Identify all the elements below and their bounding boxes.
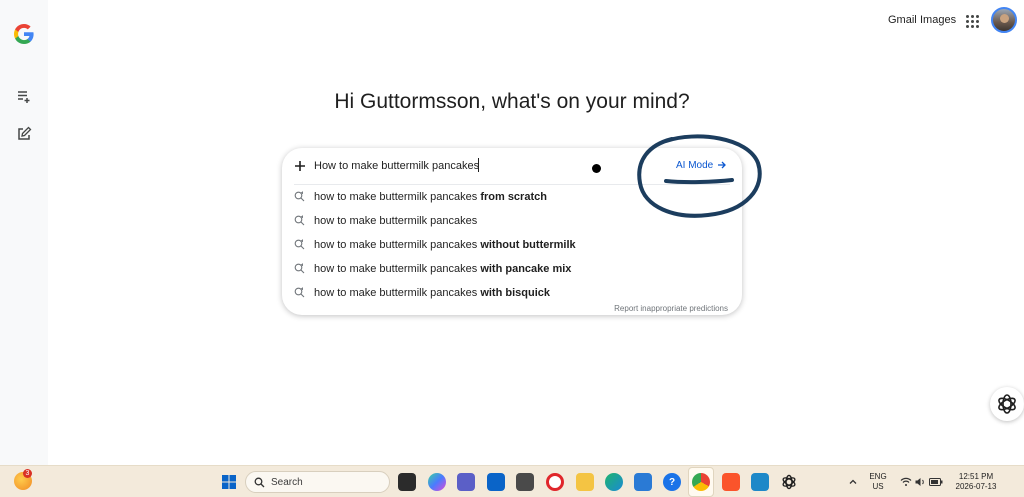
- chevron-up-icon[interactable]: [844, 473, 862, 491]
- brave-icon[interactable]: [722, 473, 740, 491]
- teams-icon[interactable]: [457, 473, 475, 491]
- suggestion-bold: from scratch: [480, 191, 547, 203]
- ai-mode-label: AI Mode: [676, 159, 714, 171]
- suggestion-item[interactable]: how to make buttermilk pancakes with pan…: [282, 258, 742, 280]
- left-sidebar: [0, 0, 48, 465]
- taskbar-search[interactable]: Search: [245, 471, 390, 493]
- gemini-icon[interactable]: [990, 387, 1024, 421]
- suggestion-text: how to make buttermilk pancakes with bis…: [314, 287, 550, 299]
- language-indicator[interactable]: ENG US: [866, 472, 890, 492]
- clock-date: 2026-07-13: [955, 482, 997, 491]
- suggestion-base: how to make buttermilk pancakes: [314, 191, 481, 203]
- search-trend-icon: [294, 287, 305, 298]
- suggestion-bold: without buttermilk: [480, 239, 576, 251]
- edit-note-icon[interactable]: [14, 124, 34, 144]
- plus-icon[interactable]: [292, 158, 308, 174]
- search-input[interactable]: [314, 157, 614, 175]
- ai-mode-button[interactable]: AI Mode: [670, 156, 734, 174]
- language-code: ENG: [869, 472, 887, 481]
- chrome-icon[interactable]: [692, 473, 710, 491]
- clock[interactable]: 12:51 PM 2026-07-13: [948, 472, 1004, 492]
- suggestion-base: how to make buttermilk pancakes: [314, 263, 481, 275]
- arrow-right-icon: [718, 161, 727, 169]
- suggestion-bold: with bisquick: [480, 287, 550, 299]
- google-logo[interactable]: [12, 22, 36, 46]
- task-view-icon[interactable]: [398, 473, 416, 491]
- suggestion-text: how to make buttermilk pancakes with pan…: [314, 263, 571, 275]
- suggestion-base: how to make buttermilk pancakes: [314, 215, 478, 227]
- page-title: Hi Guttormsson, what's on your mind?: [334, 90, 690, 113]
- mouse-cursor-dot: [592, 164, 601, 173]
- suggestion-text: how to make buttermilk pancakes from scr…: [314, 191, 547, 203]
- search-trend-icon: [294, 215, 305, 226]
- suggestion-item[interactable]: how to make buttermilk pancakes from scr…: [282, 186, 742, 208]
- search-trend-icon: [294, 191, 305, 202]
- search-panel: AI Mode how to make buttermilk pancakes …: [282, 148, 742, 315]
- edge-icon[interactable]: [605, 473, 623, 491]
- apps-grid-icon[interactable]: [963, 12, 981, 30]
- file-explorer-icon[interactable]: [576, 473, 594, 491]
- suggestion-text: how to make buttermilk pancakes: [314, 215, 477, 227]
- suggestion-base: how to make buttermilk pancakes: [314, 287, 481, 299]
- news-app-icon[interactable]: [516, 473, 534, 491]
- app-icon[interactable]: [751, 473, 769, 491]
- copilot-icon[interactable]: [428, 473, 446, 491]
- search-icon: [254, 477, 265, 487]
- opera-icon[interactable]: [546, 473, 564, 491]
- windows-start-icon[interactable]: [220, 473, 238, 491]
- taskbar: 3 Search ? ENG US 12:51 PM 2026-07-13: [0, 465, 1024, 497]
- suggestion-item[interactable]: how to make buttermilk pancakes: [282, 210, 742, 232]
- report-predictions-link[interactable]: Report inappropriate predictions: [614, 304, 728, 313]
- suggestion-base: how to make buttermilk pancakes: [314, 239, 481, 251]
- suggestion-item[interactable]: how to make buttermilk pancakes without …: [282, 234, 742, 256]
- search-trend-icon: [294, 239, 305, 250]
- clock-time: 12:51 PM: [958, 472, 994, 481]
- suggestion-item[interactable]: how to make buttermilk pancakes with bis…: [282, 282, 742, 304]
- battery-icon[interactable]: [927, 473, 945, 491]
- region-code: US: [872, 482, 884, 491]
- divider: [294, 184, 730, 185]
- images-link[interactable]: Images: [920, 14, 956, 26]
- avatar[interactable]: [991, 7, 1017, 33]
- gmail-link[interactable]: Gmail: [888, 14, 917, 26]
- outlook-icon[interactable]: [487, 473, 505, 491]
- suggestion-bold: with pancake mix: [480, 263, 572, 275]
- chatgpt-icon[interactable]: [780, 473, 798, 491]
- text-caret: [478, 158, 479, 172]
- suggestion-text: how to make buttermilk pancakes without …: [314, 239, 576, 251]
- weather-badge: 3: [23, 469, 32, 478]
- help-icon[interactable]: ?: [663, 473, 681, 491]
- taskbar-search-placeholder: Search: [271, 476, 303, 488]
- search-trend-icon: [294, 263, 305, 274]
- store-icon[interactable]: [634, 473, 652, 491]
